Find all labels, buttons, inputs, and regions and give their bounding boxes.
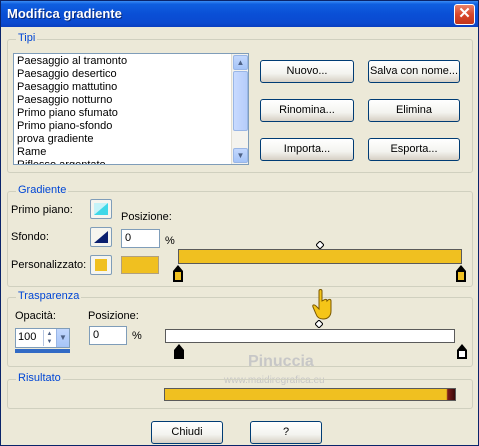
spinner-arrows[interactable]: ▲ ▼ bbox=[43, 330, 55, 346]
spin-up-icon[interactable]: ▲ bbox=[44, 330, 55, 338]
hand-cursor-icon bbox=[311, 289, 335, 324]
background-label: Sfondo: bbox=[11, 231, 49, 243]
scroll-down-icon[interactable]: ▼ bbox=[233, 148, 248, 163]
gradient-list-item[interactable]: Paesaggio al tramonto bbox=[14, 55, 248, 68]
close-button[interactable]: ✕ bbox=[454, 4, 475, 25]
gradient-list-item[interactable]: Rame bbox=[14, 146, 248, 159]
trasparenza-label: Trasparenza bbox=[16, 290, 82, 302]
custom-color-button[interactable] bbox=[90, 255, 112, 275]
spin-down-icon[interactable]: ▼ bbox=[44, 338, 55, 346]
new-button[interactable]: Nuovo... bbox=[260, 60, 354, 83]
gradient-list-items: Paesaggio al tramonto Paesaggio desertico… bbox=[14, 54, 248, 164]
gradient-dialog: Modifica gradiente ✕ Tipi Paesaggio al t… bbox=[0, 0, 479, 446]
gradient-list-item[interactable]: Paesaggio desertico bbox=[14, 68, 248, 81]
list-scrollbar[interactable]: ▲ ▼ bbox=[231, 54, 248, 164]
opacity-stop-right-icon[interactable] bbox=[457, 344, 467, 363]
scroll-thumb[interactable] bbox=[233, 71, 248, 131]
transparency-bar[interactable] bbox=[165, 329, 455, 343]
custom-color-swatch[interactable] bbox=[121, 256, 159, 274]
watermark-name: Pinuccia bbox=[248, 353, 314, 370]
gradient-list-item[interactable]: Primo piano sfumato bbox=[14, 107, 248, 120]
background-gradient-button[interactable] bbox=[90, 227, 112, 247]
custom-label: Personalizzato: bbox=[11, 259, 87, 271]
help-button[interactable]: ? bbox=[250, 421, 322, 444]
gradient-list-item[interactable]: Riflesso argentato bbox=[14, 159, 248, 164]
position-input[interactable]: 0 bbox=[121, 229, 160, 248]
foreground-gradient-button[interactable] bbox=[90, 199, 112, 219]
close-dialog-button[interactable]: Chiudi bbox=[151, 421, 223, 444]
save-as-button[interactable]: Salva con nome... bbox=[368, 60, 460, 83]
gradient-color-bar[interactable] bbox=[178, 249, 462, 264]
gradient-list-item[interactable]: Paesaggio notturno bbox=[14, 94, 248, 107]
transparency-position-label: Posizione: bbox=[88, 310, 139, 322]
position-label: Posizione: bbox=[121, 211, 172, 223]
opacity-dropdown-icon[interactable]: ▼ bbox=[56, 329, 69, 347]
gradient-list-item[interactable]: prova gradiente bbox=[14, 133, 248, 146]
background-gradient-icon bbox=[94, 231, 108, 243]
tipi-label: Tipi bbox=[16, 32, 38, 44]
export-button[interactable]: Esporta... bbox=[368, 138, 460, 161]
window-title: Modifica gradiente bbox=[7, 6, 122, 21]
scroll-up-icon[interactable]: ▲ bbox=[233, 55, 248, 70]
position-percent: % bbox=[165, 235, 175, 247]
custom-color-icon bbox=[95, 259, 107, 271]
opacity-stop-left-icon[interactable] bbox=[174, 344, 184, 363]
opacity-value: 100 bbox=[18, 331, 37, 343]
title-bar[interactable]: Modifica gradiente ✕ bbox=[1, 1, 478, 27]
opacity-label: Opacità: bbox=[15, 310, 56, 322]
opacity-spinner[interactable]: 100 ▲ ▼ ▼ bbox=[15, 328, 70, 348]
opacity-slider-bar[interactable] bbox=[15, 349, 70, 353]
gradient-list-item[interactable]: Paesaggio mattutino bbox=[14, 81, 248, 94]
risultato-label: Risultato bbox=[16, 372, 63, 384]
import-button[interactable]: Importa... bbox=[260, 138, 354, 161]
color-stop-right-icon[interactable] bbox=[456, 265, 466, 286]
transparency-percent: % bbox=[132, 330, 142, 342]
gradient-list[interactable]: Paesaggio al tramonto Paesaggio desertico… bbox=[13, 53, 249, 165]
delete-button[interactable]: Elimina bbox=[368, 99, 460, 122]
foreground-gradient-icon bbox=[94, 203, 108, 215]
rename-button[interactable]: Rinomina... bbox=[260, 99, 354, 122]
color-stop-left-icon[interactable] bbox=[173, 265, 183, 286]
result-preview-bar bbox=[164, 388, 456, 401]
gradiente-group: Gradiente bbox=[7, 184, 473, 287]
gradient-list-item[interactable]: Primo piano-sfondo bbox=[14, 120, 248, 133]
transparency-position-input[interactable]: 0 bbox=[89, 326, 127, 345]
gradiente-label: Gradiente bbox=[16, 184, 69, 196]
foreground-label: Primo piano: bbox=[11, 204, 73, 216]
